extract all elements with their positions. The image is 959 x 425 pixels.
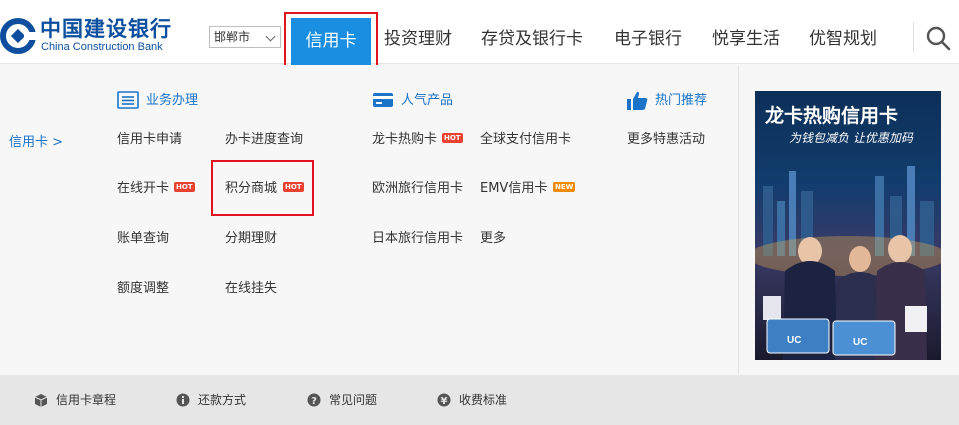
thumbs-up-icon (627, 91, 648, 110)
link-card-application[interactable]: 信用卡申请 (117, 131, 182, 149)
side-link-credit-card[interactable]: 信用卡 > (9, 131, 63, 150)
link-application-progress[interactable]: 办卡进度查询 (225, 131, 303, 149)
footer-link-label: 常见问题 (329, 393, 378, 407)
link-emv-card[interactable]: EMV信用卡 (480, 180, 547, 198)
promo-subtitle: 为钱包减负 让优惠加码 (789, 131, 913, 145)
card-icon (373, 93, 393, 107)
logo-english-name: China Construction Bank (41, 41, 163, 53)
link-europe-travel-card[interactable]: 欧洲旅行信用卡 (372, 180, 463, 198)
link-report-loss[interactable]: 在线挂失 (225, 280, 277, 298)
link-japan-travel-card[interactable]: 日本旅行信用卡 (372, 230, 463, 248)
city-select[interactable]: 邯郸市 (209, 26, 281, 48)
box-icon (34, 394, 48, 407)
search-button[interactable] (924, 24, 952, 52)
hot-badge: HOT (174, 182, 195, 192)
link-longka-card[interactable]: 龙卡热购卡 (372, 131, 437, 149)
search-icon (926, 26, 951, 51)
logo-chinese-name: 中国建设银行 (40, 17, 172, 41)
promo-title: 龙卡热购信用卡 (765, 105, 899, 127)
footer-link-label: 信用卡章程 (56, 393, 117, 407)
points-mall-highlight (211, 160, 314, 216)
ccb-logo[interactable]: 中国建设银行 China Construction Bank (0, 14, 205, 58)
nav-item-credit-card[interactable]: 信用卡 (291, 18, 371, 65)
nav-item-credit-card-highlight: 信用卡 (284, 12, 378, 71)
credit-card-dropdown-panel: 信用卡 > 业务办理 信用卡申请 办卡进度查询 在线开卡 HOT 积分商城 HO… (0, 65, 959, 375)
yuan-icon: ¥ (437, 393, 451, 407)
nav-item-investment[interactable]: 投资理财 (384, 0, 452, 64)
chevron-down-icon (265, 31, 276, 42)
link-global-pay-card[interactable]: 全球支付信用卡 (480, 131, 571, 149)
link-more-offers[interactable]: 更多特惠活动 (627, 131, 705, 149)
section-hot-title: 热门推荐 (655, 93, 708, 108)
new-badge: NEW (553, 182, 576, 192)
section-business-title: 业务办理 (146, 93, 199, 108)
link-online-activation[interactable]: 在线开卡 (117, 180, 169, 198)
list-window-icon (117, 91, 139, 109)
nav-item-label: 信用卡 (305, 31, 357, 51)
question-icon: ? (307, 393, 321, 407)
svg-text:¥: ¥ (441, 396, 448, 407)
info-icon (176, 393, 190, 407)
svg-text:?: ? (311, 396, 317, 407)
city-select-value: 邯郸市 (214, 30, 251, 44)
nav-divider (913, 22, 914, 52)
hot-badge: HOT (442, 133, 463, 143)
nav-item-planning[interactable]: 优智规划 (809, 0, 877, 64)
nav-item-lifestyle[interactable]: 悦享生活 (712, 0, 780, 64)
link-bill-query[interactable]: 账单查询 (117, 230, 169, 248)
footer-bar: 信用卡章程 还款方式 ? 常见问题 ¥ 收费标准 (0, 375, 959, 425)
footer-link-label: 还款方式 (198, 393, 247, 407)
svg-text:UC: UC (853, 337, 867, 348)
link-limit-adjust[interactable]: 额度调整 (117, 280, 169, 298)
svg-text:UC: UC (787, 335, 801, 346)
section-popular-title: 人气产品 (401, 93, 454, 108)
link-installment[interactable]: 分期理财 (225, 230, 277, 248)
top-header: 中国建设银行 China Construction Bank 邯郸市 信用卡 投… (0, 0, 959, 71)
link-more-products[interactable]: 更多 (480, 230, 506, 248)
promo-banner[interactable]: UC UC 龙卡热购信用卡 为钱包减负 让优惠加码 (755, 91, 941, 360)
footer-link-label: 收费标准 (459, 393, 508, 407)
nav-item-e-banking[interactable]: 电子银行 (614, 0, 682, 64)
nav-item-loans-cards[interactable]: 存贷及银行卡 (481, 0, 583, 64)
ccb-logo-icon (0, 18, 36, 54)
promo-divider (738, 65, 739, 375)
